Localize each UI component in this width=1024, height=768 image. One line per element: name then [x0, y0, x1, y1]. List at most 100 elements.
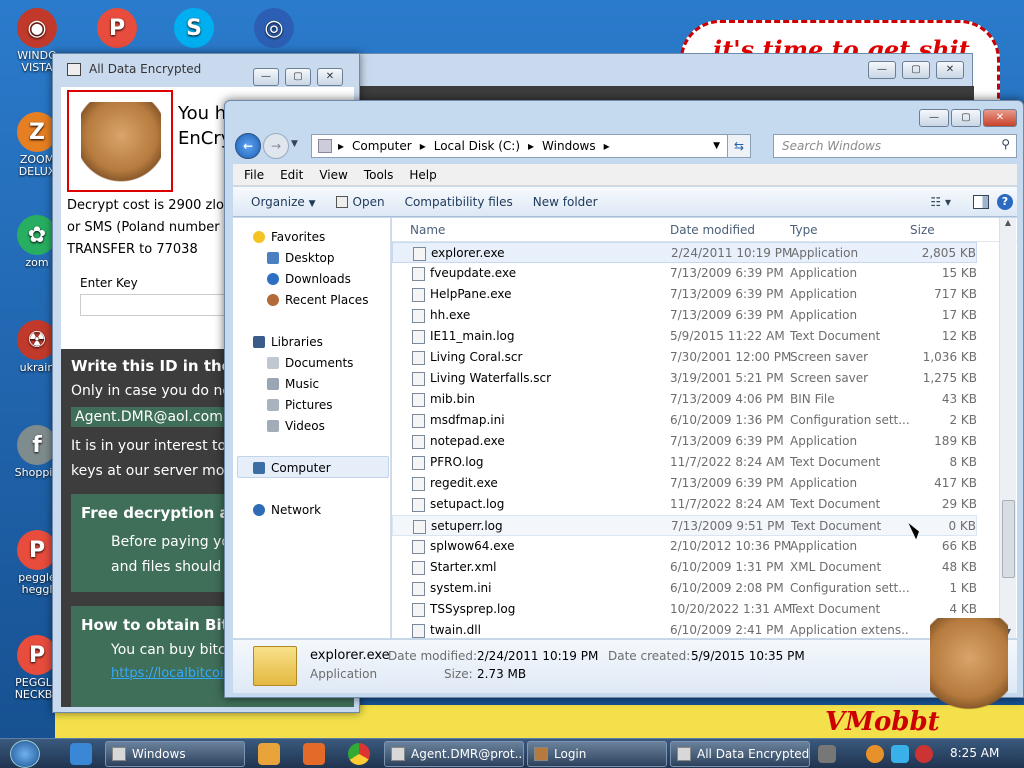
file-row[interactable]: Living Waterfalls.scr 3/19/2001 5:21 PM Sc… — [392, 368, 977, 389]
maximize-button[interactable]: ▢ — [285, 68, 311, 86]
column-name[interactable]: Name — [410, 223, 445, 237]
taskbar-all-data-encrypted[interactable]: All Data Encrypted — [670, 741, 810, 767]
only-case-text: Only in case you do not — [71, 383, 237, 399]
internet-explorer-icon[interactable] — [70, 743, 92, 765]
nav-documents[interactable]: Documents — [267, 356, 353, 370]
menu-view[interactable]: View — [311, 168, 355, 182]
nav-computer[interactable]: Computer — [253, 461, 331, 475]
file-row[interactable]: explorer.exe 2/24/2011 10:19 PM Applicatio… — [392, 242, 977, 263]
nav-desktop[interactable]: Desktop — [267, 251, 335, 265]
preview-pane-icon[interactable] — [973, 194, 989, 209]
file-row[interactable]: splwow64.exe 2/10/2012 10:36 PM Applicatio… — [392, 536, 977, 557]
taskbar-agent-mail[interactable]: Agent.DMR@prot... — [384, 741, 524, 767]
nav-downloads[interactable]: Downloads — [267, 272, 351, 286]
nav-network[interactable]: Network — [253, 503, 321, 517]
file-row[interactable]: regedit.exe 7/13/2009 6:39 PM Application 4… — [392, 473, 977, 494]
file-row[interactable]: setupact.log 11/7/2022 8:24 AM Text Docume… — [392, 494, 977, 515]
file-row[interactable]: mib.bin 7/13/2009 4:06 PM BIN File 43 KB — [392, 389, 977, 410]
compatibility-files-button[interactable]: Compatibility files — [395, 195, 523, 209]
file-name: setupact.log — [430, 497, 505, 511]
view-options-icon[interactable]: ☷ ▾ — [930, 195, 951, 209]
file-size: 43 KB — [941, 392, 977, 406]
tray-search-icon[interactable] — [866, 745, 884, 763]
file-row[interactable]: fveupdate.exe 7/13/2009 6:39 PM Applicatio… — [392, 263, 977, 284]
contact-email[interactable]: Agent.DMR@aol.com — [71, 407, 227, 427]
file-row[interactable]: IE11_main.log 5/9/2015 11:22 AM Text Docum… — [392, 326, 977, 347]
nav-favorites[interactable]: Favorites — [253, 230, 325, 244]
nav-music[interactable]: Music — [267, 377, 319, 391]
file-row[interactable]: Starter.xml 6/10/2009 1:31 PM XML Document… — [392, 557, 977, 578]
nav-libraries[interactable]: Libraries — [253, 335, 323, 349]
paint-icon[interactable] — [303, 743, 325, 765]
close-button[interactable]: ✕ — [317, 68, 343, 86]
close-button[interactable]: ✕ — [983, 109, 1017, 127]
maximize-button[interactable]: ▢ — [951, 109, 981, 127]
column-date-modified[interactable]: Date modified — [670, 223, 755, 237]
write-id-heading: Write this ID in the s — [71, 357, 246, 375]
explorer-window[interactable]: — ▢ ✕ ← → ▼ ▸ Computer ▸ Local Disk (C:)… — [224, 100, 1024, 698]
skype-icon[interactable]: S — [165, 8, 223, 50]
breadcrumb-windows[interactable]: Windows — [542, 139, 596, 153]
forward-button[interactable]: → — [263, 133, 289, 159]
menu-tools[interactable]: Tools — [356, 168, 402, 182]
address-history-dropdown[interactable]: ▼ — [713, 141, 720, 151]
menu-edit[interactable]: Edit — [272, 168, 311, 182]
organize-button[interactable]: Organize ▼ — [241, 195, 326, 209]
vertical-scrollbar[interactable]: ▲ ▼ — [999, 218, 1016, 638]
nav-recent-places[interactable]: Recent Places — [267, 293, 368, 307]
tray-app-icon[interactable] — [818, 745, 836, 763]
file-row[interactable]: Living Coral.scr 7/30/2001 12:00 PM Screen… — [392, 347, 977, 368]
file-row[interactable]: hh.exe 7/13/2009 6:39 PM Application 17 KB — [392, 305, 977, 326]
chevron-right-icon[interactable]: ▸ — [420, 139, 426, 153]
menu-file[interactable]: File — [236, 168, 272, 182]
tray-network-icon[interactable] — [891, 745, 909, 763]
chevron-right-icon[interactable]: ▸ — [528, 139, 534, 153]
scrollbar-thumb[interactable] — [1002, 500, 1015, 578]
search-input[interactable]: Search Windows ⚲ — [773, 134, 1017, 158]
column-size[interactable]: Size — [910, 223, 935, 237]
menu-help[interactable]: Help — [401, 168, 444, 182]
nav-videos[interactable]: Videos — [267, 419, 325, 433]
breadcrumb-local-disk[interactable]: Local Disk (C:) — [434, 139, 520, 153]
taskbar-clock[interactable]: 8:25 AM — [950, 746, 999, 760]
back-button[interactable]: ← — [235, 133, 261, 159]
taskbar-windows-explorer[interactable]: Windows — [105, 741, 245, 767]
file-row[interactable]: PFRO.log 11/7/2022 8:24 AM Text Document 8 … — [392, 452, 977, 473]
help-icon[interactable]: ? — [997, 193, 1013, 210]
tray-volume-icon[interactable] — [915, 745, 933, 763]
close-button[interactable]: ✕ — [936, 61, 964, 79]
address-bar[interactable]: ▸ Computer ▸ Local Disk (C:) ▸ Windows ▸… — [311, 134, 751, 158]
chrome-icon[interactable] — [348, 743, 370, 765]
refresh-icon[interactable]: ⇆ — [727, 134, 751, 158]
column-type[interactable]: Type — [790, 223, 818, 237]
file-row[interactable]: msdfmap.ini 6/10/2009 1:36 PM Configuratio… — [392, 410, 977, 431]
maximize-button[interactable]: ▢ — [902, 61, 930, 79]
open-button[interactable]: Open — [326, 195, 395, 209]
file-row[interactable]: TSSysprep.log 10/20/2022 1:31 AM Text Docu… — [392, 599, 977, 620]
navigation-pane: Favorites Desktop Downloads Recent Place… — [233, 218, 391, 638]
breadcrumb-computer[interactable]: Computer — [352, 139, 412, 153]
file-row[interactable]: HelpPane.exe 7/13/2009 6:39 PM Application… — [392, 284, 977, 305]
file-row[interactable]: setuperr.log 7/13/2009 9:51 PM Text Docume… — [392, 515, 977, 536]
chevron-right-icon[interactable]: ▸ — [604, 139, 610, 153]
start-button[interactable] — [10, 740, 40, 768]
firefox-icon[interactable]: ◎ — [245, 8, 303, 50]
taskbar-login[interactable]: Login — [527, 741, 667, 767]
file-row[interactable]: system.ini 6/10/2009 2:08 PM Configuration… — [392, 578, 977, 599]
ransom-window-titlebar[interactable]: All Data Encrypted — ▢ ✕ — [53, 54, 359, 86]
file-row[interactable]: twain.dll 6/10/2009 2:41 PM Application ex… — [392, 620, 977, 638]
new-folder-button[interactable]: New folder — [523, 195, 608, 209]
scroll-up-icon[interactable]: ▲ — [1000, 218, 1016, 227]
minimize-button[interactable]: — — [253, 68, 279, 86]
nav-pictures[interactable]: Pictures — [267, 398, 333, 412]
file-row[interactable]: notepad.exe 7/13/2009 6:39 PM Application 1… — [392, 431, 977, 452]
minimize-button[interactable]: — — [868, 61, 896, 79]
minimize-button[interactable]: — — [919, 109, 949, 127]
background-window[interactable]: — ▢ ✕ — [357, 53, 974, 104]
recent-pages-dropdown[interactable]: ▼ — [291, 139, 298, 149]
search-icon[interactable]: ⚲ — [1001, 137, 1010, 151]
chevron-right-icon[interactable]: ▸ — [338, 139, 344, 153]
peggle-icon[interactable]: P — [88, 8, 146, 50]
media-player-icon[interactable] — [258, 743, 280, 765]
nav-pictures-label: Pictures — [285, 398, 333, 412]
